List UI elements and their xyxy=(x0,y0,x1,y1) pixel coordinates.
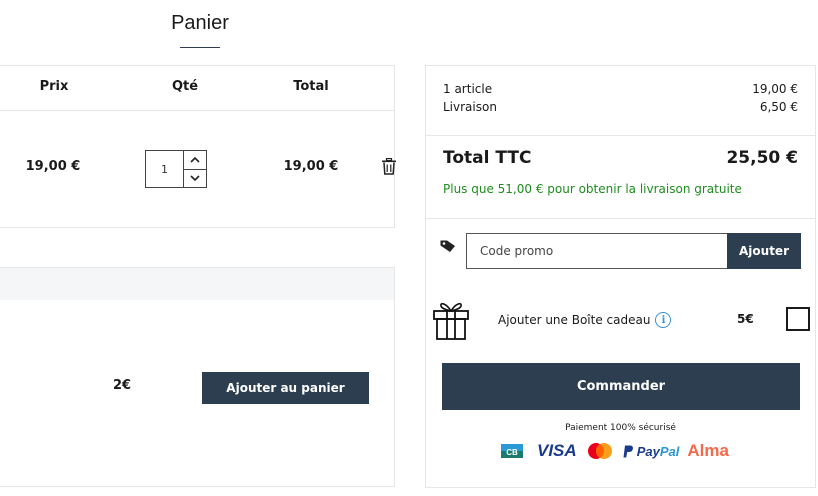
tag-icon xyxy=(440,240,455,252)
quantity-decrease-button[interactable] xyxy=(184,168,206,188)
summary-shipping-row: Livraison 6,50 € xyxy=(443,100,798,114)
checkout-button[interactable]: Commander xyxy=(442,363,800,410)
total-label: Total TTC xyxy=(443,148,532,168)
apply-promo-button[interactable]: Ajouter xyxy=(727,233,801,269)
alma-logo: Alma xyxy=(687,441,729,460)
promo-code-input[interactable] xyxy=(466,233,728,269)
table-header-divider xyxy=(0,110,395,111)
summary-divider xyxy=(426,218,815,219)
upsell-price: 2€ xyxy=(113,378,132,393)
order-summary-panel: 1 article 19,00 € Livraison 6,50 € Total… xyxy=(425,65,816,488)
column-header-total: Total xyxy=(293,79,329,94)
summary-articles-row: 1 article 19,00 € xyxy=(443,82,798,96)
upsell-header-band xyxy=(0,268,394,300)
table-top-divider xyxy=(0,65,395,66)
paypal-text-pay: Pay xyxy=(636,443,660,459)
total-row: Total TTC 25,50 € xyxy=(443,148,798,168)
left-bottom-divider xyxy=(0,486,192,487)
total-value: 25,50 € xyxy=(726,148,798,168)
table-bottom-divider xyxy=(0,227,395,228)
shipping-value: 6,50 € xyxy=(759,100,798,114)
upsell-box: 2€ Ajouter au panier xyxy=(0,267,395,487)
free-shipping-message: Plus que 51,00 € pour obtenir la livrais… xyxy=(443,182,742,196)
column-header-qty: Qté xyxy=(171,79,199,94)
shipping-label: Livraison xyxy=(443,100,497,114)
cb-card-text: CB xyxy=(506,448,518,457)
page-title: Panier xyxy=(171,12,229,34)
row-price: 19,00 € xyxy=(25,159,81,174)
secure-payment-text: Paiement 100% sécurisé xyxy=(565,423,676,433)
column-header-price: Prix xyxy=(39,79,69,94)
info-icon[interactable]: i xyxy=(655,312,672,328)
paypal-logo: Pay Pal xyxy=(623,443,680,459)
quantity-value[interactable]: 1 xyxy=(146,151,184,187)
chevron-down-icon xyxy=(190,175,200,181)
gift-option-label: Ajouter une Boîte cadeau i xyxy=(498,312,672,328)
quantity-stepper[interactable]: 1 xyxy=(145,150,207,188)
title-underline xyxy=(180,47,220,48)
row-total: 19,00 € xyxy=(283,159,339,174)
table-right-border xyxy=(394,66,395,227)
articles-label: 1 article xyxy=(443,82,493,96)
gift-price: 5€ xyxy=(737,312,754,326)
trash-icon[interactable] xyxy=(381,158,397,175)
articles-value: 19,00 € xyxy=(752,82,798,96)
gift-icon xyxy=(433,302,469,340)
paypal-icon xyxy=(623,445,633,457)
paypal-text-pal: Pal xyxy=(659,443,680,459)
gift-label-text: Ajouter une Boîte cadeau xyxy=(498,313,651,327)
cb-card-icon: CB xyxy=(501,444,523,458)
add-to-cart-button[interactable]: Ajouter au panier xyxy=(202,372,369,404)
summary-divider xyxy=(426,135,815,136)
payment-logos: CB VISA Pay Pal Alma xyxy=(501,440,729,462)
quantity-increase-button[interactable] xyxy=(184,151,206,169)
gift-checkbox[interactable] xyxy=(786,307,810,331)
chevron-up-icon xyxy=(190,157,200,163)
visa-logo: VISA xyxy=(537,441,577,460)
mastercard-icon xyxy=(587,443,612,459)
